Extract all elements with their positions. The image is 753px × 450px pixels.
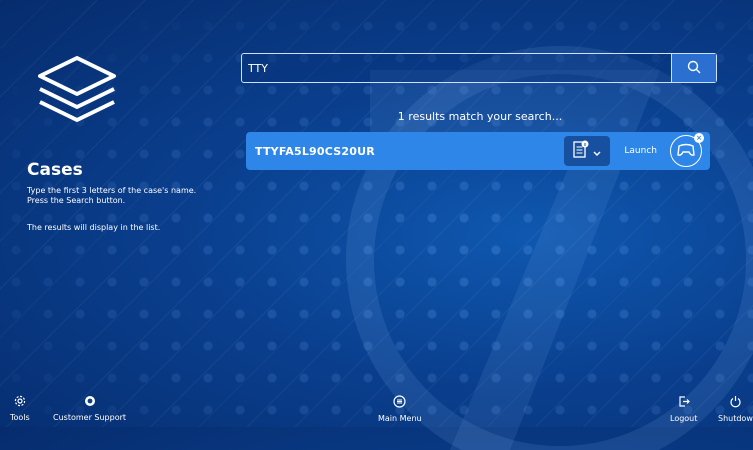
- logout-button[interactable]: Logout: [670, 395, 697, 423]
- launch-badge: ×: [694, 133, 704, 143]
- search-button[interactable]: [671, 54, 716, 82]
- instructions-text: Type the first 3 letters of the case's n…: [27, 186, 197, 205]
- page-title: Cases: [27, 160, 83, 180]
- shutdown-label: Shutdow: [718, 414, 753, 423]
- search-bar: [241, 53, 717, 83]
- chevron-down-icon: [593, 142, 601, 161]
- result-row[interactable]: TTYFA5L90CS20UR Launch ×: [246, 132, 710, 170]
- launch-label[interactable]: Launch: [624, 146, 657, 156]
- document-info-icon: [573, 140, 589, 162]
- cases-layers-icon: [30, 54, 124, 126]
- customer-support-button[interactable]: Customer Support: [53, 395, 126, 422]
- search-input[interactable]: [242, 54, 671, 82]
- case-name: TTYFA5L90CS20UR: [255, 144, 375, 158]
- shutdown-button[interactable]: Shutdow: [718, 395, 753, 423]
- menu-icon: [393, 395, 406, 408]
- results-count: 1 results match your search...: [397, 110, 563, 123]
- background-logo-mark: [346, 46, 753, 450]
- gear-icon: [14, 395, 26, 407]
- launch-button[interactable]: ×: [670, 133, 704, 167]
- tools-button[interactable]: Tools: [10, 395, 30, 422]
- support-headset-icon: [84, 395, 96, 407]
- search-icon: [687, 59, 701, 78]
- logout-icon: [677, 395, 691, 408]
- logout-label: Logout: [670, 414, 698, 423]
- controller-icon: [677, 142, 695, 161]
- customer-support-label: Customer Support: [53, 413, 127, 422]
- main-menu-label: Main Menu: [378, 414, 422, 423]
- main-menu-button[interactable]: Main Menu: [378, 395, 422, 423]
- tools-label: Tools: [10, 413, 30, 422]
- case-details-dropdown-button[interactable]: [564, 136, 611, 166]
- power-icon: [729, 395, 742, 408]
- results-hint-text: The results will display in the list.: [27, 223, 161, 232]
